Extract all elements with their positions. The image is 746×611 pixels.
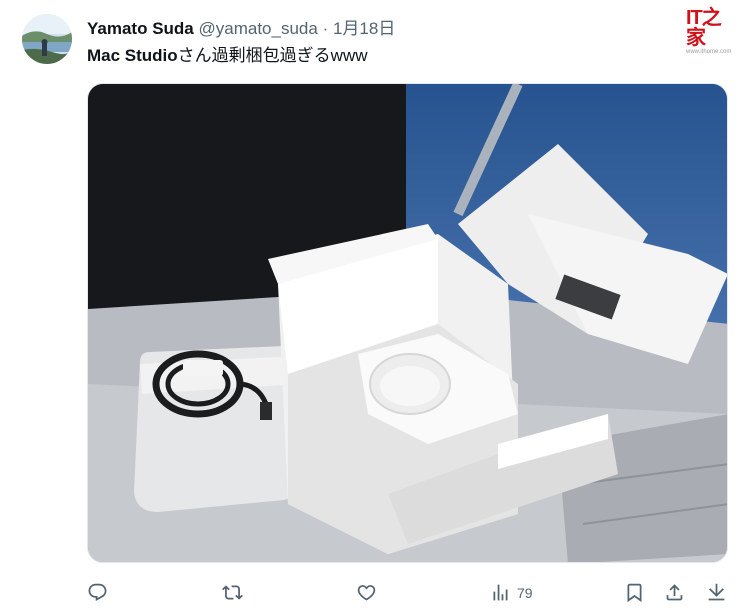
download-icon <box>708 583 725 601</box>
analytics-icon <box>493 584 508 601</box>
tweet-text-rest: さん過剰梱包過ぎるwww <box>177 46 368 65</box>
retweet-icon <box>222 585 243 600</box>
share-icon <box>666 584 683 601</box>
tweet-text: Mac Studioさん過剰梱包過ぎるwww <box>87 44 368 68</box>
heart-icon <box>357 585 376 601</box>
download-button[interactable] <box>706 574 727 611</box>
display-name[interactable]: Yamato Suda <box>87 19 194 38</box>
separator-dot: · <box>322 19 329 38</box>
tweet-text-bold: Mac Studio <box>87 46 178 65</box>
tweet-header: Yamato Suda @yamato_suda · 1月18日 <box>87 18 395 40</box>
retweet-button[interactable] <box>222 574 243 611</box>
action-bar: 79 <box>0 574 746 611</box>
tweet: Yamato Suda @yamato_suda · 1月18日 IT之家 ww… <box>0 0 746 611</box>
reply-button[interactable] <box>87 574 108 611</box>
watermark-logo: IT之家 <box>686 7 722 49</box>
tweet-date[interactable]: 1月18日 <box>333 19 395 38</box>
avatar[interactable] <box>22 14 72 64</box>
watermark-url: www.ithome.com <box>686 49 732 55</box>
handle[interactable]: @yamato_suda <box>199 19 318 38</box>
views-count: 79 <box>517 584 533 601</box>
reply-icon <box>88 583 107 601</box>
views-button[interactable]: 79 <box>490 574 533 611</box>
watermark: IT之家 www.ithome.com <box>686 8 734 55</box>
like-button[interactable] <box>356 574 377 611</box>
bookmark-button[interactable] <box>624 574 645 611</box>
share-button[interactable] <box>664 574 685 611</box>
tweet-photo[interactable] <box>87 83 728 563</box>
bookmark-icon <box>627 583 642 603</box>
